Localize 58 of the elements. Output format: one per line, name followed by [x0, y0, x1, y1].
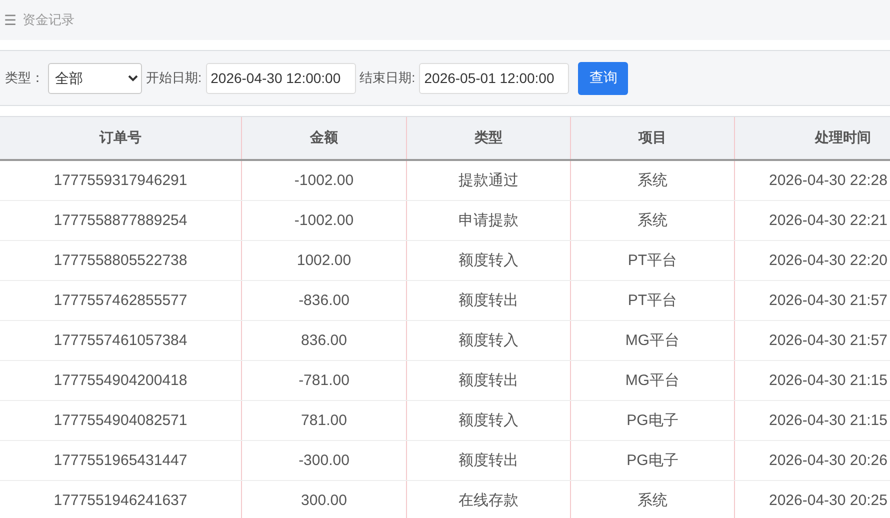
table-cell: 2026-04-30 20:25: [734, 480, 890, 518]
table-cell: 1777558805522738: [0, 240, 242, 280]
table-cell: 2026-04-30 21:15: [734, 400, 890, 440]
table-cell: PT平台: [570, 240, 734, 280]
table-cell: 1777551946241637: [0, 480, 242, 518]
table-cell: PG电子: [570, 400, 734, 440]
end-date-label: 结束日期:: [360, 69, 416, 87]
table-cell: 2026-04-30 22:28: [734, 160, 890, 200]
table-cell: 系统: [570, 200, 734, 240]
table-cell: 额度转出: [406, 280, 570, 320]
table-cell: PT平台: [570, 280, 734, 320]
table-cell: 额度转入: [406, 400, 570, 440]
table-cell: 系统: [570, 160, 734, 200]
column-header: 类型: [406, 116, 570, 160]
table-cell: -781.00: [242, 360, 406, 400]
query-button[interactable]: 查询: [578, 62, 628, 94]
table-cell: 2026-04-30 21:15: [734, 360, 890, 400]
table-cell: 1777554904082571: [0, 400, 242, 440]
table-cell: 1777551965431447: [0, 440, 242, 480]
table-cell: 1777558877889254: [0, 200, 242, 240]
table-cell: 2026-04-30 22:21: [734, 200, 890, 240]
table-cell: -1002.00: [242, 200, 406, 240]
table-cell: 1777557462855577: [0, 280, 242, 320]
type-label: 类型：: [5, 69, 44, 87]
column-header: 订单号: [0, 116, 242, 160]
table-cell: -1002.00: [242, 160, 406, 200]
table-cell: 2026-04-30 20:26: [734, 440, 890, 480]
table-cell: 2026-04-30 21:57: [734, 320, 890, 360]
table-cell: 额度转出: [406, 440, 570, 480]
start-date-label: 开始日期:: [146, 69, 202, 87]
table-cell: PG电子: [570, 440, 734, 480]
type-dropdown[interactable]: 全部: [48, 62, 142, 94]
table-cell: 2026-04-30 22:20: [734, 240, 890, 280]
column-header: 金额: [242, 116, 406, 160]
table-cell: 额度转入: [406, 240, 570, 280]
table-cell: 1777559317946291: [0, 160, 242, 200]
table-cell: 系统: [570, 480, 734, 518]
column-header: 项目: [570, 116, 734, 160]
start-date-field[interactable]: 2026-04-30 12:00:00: [206, 62, 356, 94]
table-cell: 1777557461057384: [0, 320, 242, 360]
table-cell: 额度转入: [406, 320, 570, 360]
table-cell: 额度转出: [406, 360, 570, 400]
table-cell: 836.00: [242, 320, 406, 360]
table-cell: MG平台: [570, 320, 734, 360]
table-cell: 781.00: [242, 400, 406, 440]
page-title: 资金记录: [22, 11, 75, 29]
table-cell: -836.00: [242, 280, 406, 320]
end-date-field[interactable]: 2026-05-01 12:00:00: [419, 62, 570, 94]
table-cell: 申请提款: [406, 200, 570, 240]
table-cell: 在线存款: [406, 480, 570, 518]
table-cell: 300.00: [242, 480, 406, 518]
table-cell: 1777554904200418: [0, 360, 242, 400]
table-cell: 1002.00: [242, 240, 406, 280]
column-header: 处理时间: [734, 116, 890, 160]
table-cell: MG平台: [570, 360, 734, 400]
table-cell: 提款通过: [406, 160, 570, 200]
table-cell: -300.00: [242, 440, 406, 480]
table-cell: 2026-04-30 21:57: [734, 280, 890, 320]
